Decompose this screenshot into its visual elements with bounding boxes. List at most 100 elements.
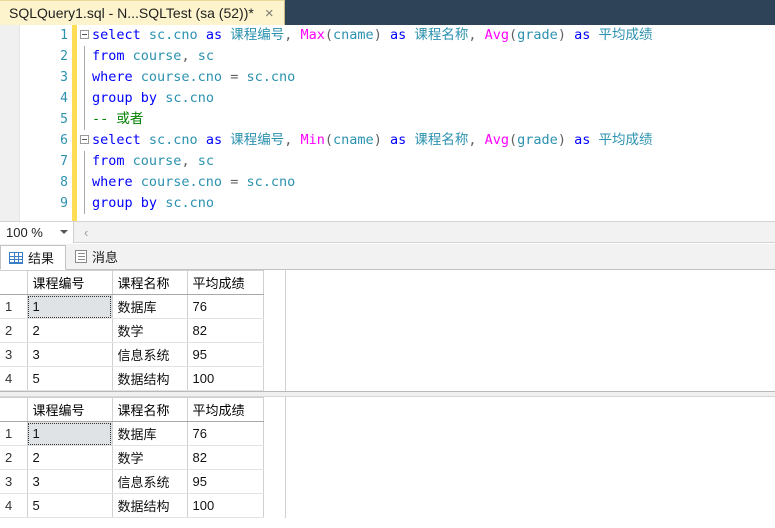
fold-guide-line	[84, 109, 85, 130]
table-cell[interactable]: 95	[187, 342, 264, 367]
code-line[interactable]: 4 group by sc.cno	[0, 88, 775, 109]
fold-guide-line	[84, 172, 85, 193]
table-row[interactable]: 4 5 数据结构 100	[0, 366, 264, 391]
table-cell[interactable]: 3	[27, 469, 113, 494]
table-cell[interactable]: 数据结构	[112, 493, 188, 518]
grid-empty-area	[285, 270, 775, 391]
code-line[interactable]: 2 from course, sc	[0, 46, 775, 67]
code-line[interactable]: 8 where course.cno = sc.cno	[0, 172, 775, 193]
results-tab-label: 结果	[28, 251, 55, 266]
row-number-header[interactable]: 4	[0, 366, 28, 391]
fold-guide-line	[84, 151, 85, 172]
code-text: -- 或者	[92, 111, 144, 127]
table-cell[interactable]: 5	[27, 493, 113, 518]
row-header-corner[interactable]	[0, 270, 28, 295]
result-grid-1[interactable]: 课程编号 课程名称 平均成绩 1 1 数据库 76 2 2 数学 82 3 3 信息系统 95 4 5 数据结构 1…	[0, 270, 775, 391]
row-number-header[interactable]: 1	[0, 294, 28, 319]
column-header[interactable]: 课程名称	[112, 270, 188, 295]
line-number: 7	[60, 154, 68, 169]
row-number-header[interactable]: 2	[0, 445, 28, 470]
column-header[interactable]: 课程编号	[27, 397, 113, 422]
row-number-header[interactable]: 1	[0, 421, 28, 446]
result-table: 课程编号 课程名称 平均成绩 1 1 数据库 76 2 2 数学 82 3 3 信息系统 95 4 5 数据结构 1…	[0, 270, 264, 391]
table-cell[interactable]: 5	[27, 366, 113, 391]
line-number: 3	[60, 70, 68, 85]
row-number-header[interactable]: 3	[0, 342, 28, 367]
document-tab-sqlquery1[interactable]: SQLQuery1.sql - N...SQLTest (sa (52))* ×	[0, 0, 285, 25]
code-lines[interactable]: 1 select sc.cno as 课程编号, Max(cname) as 课程…	[0, 25, 775, 221]
table-cell[interactable]: 数据结构	[112, 366, 188, 391]
zoom-level-dropdown[interactable]: 100 %	[0, 221, 74, 243]
table-cell[interactable]: 82	[187, 318, 264, 343]
table-row[interactable]: 1 1 数据库 76	[0, 421, 264, 446]
table-row[interactable]: 3 3 信息系统 95	[0, 342, 264, 367]
code-line[interactable]: 7 from course, sc	[0, 151, 775, 172]
message-icon	[75, 250, 88, 263]
results-tab-messages[interactable]: 消息	[66, 244, 130, 269]
fold-guide-line	[84, 193, 85, 214]
collapse-minus-icon[interactable]	[80, 135, 89, 144]
code-line[interactable]: 3 where course.cno = sc.cno	[0, 67, 775, 88]
fold-guide-line	[84, 46, 85, 67]
result-table: 课程编号 课程名称 平均成绩 1 1 数据库 76 2 2 数学 82 3 3 信息系统 95 4 5 数据结构 1…	[0, 397, 264, 518]
code-line[interactable]: 5 -- 或者	[0, 109, 775, 130]
table-cell[interactable]: 2	[27, 318, 113, 343]
table-row[interactable]: 4 5 数据结构 100	[0, 493, 264, 518]
table-cell[interactable]: 76	[187, 294, 264, 319]
line-number: 6	[60, 133, 68, 148]
line-number: 5	[60, 112, 68, 127]
table-cell[interactable]: 数据库	[112, 421, 188, 446]
collapse-minus-icon[interactable]	[80, 30, 89, 39]
code-text: from course, sc	[92, 48, 214, 64]
code-line[interactable]: 9 group by sc.cno	[0, 193, 775, 214]
row-header-corner[interactable]	[0, 397, 28, 422]
code-text: group by sc.cno	[92, 195, 214, 211]
table-cell[interactable]: 100	[187, 366, 264, 391]
table-cell[interactable]: 2	[27, 445, 113, 470]
code-line[interactable]: 6 select sc.cno as 课程编号, Min(cname) as 课程…	[0, 130, 775, 151]
close-icon[interactable]: ×	[265, 6, 274, 21]
table-row[interactable]: 3 3 信息系统 95	[0, 469, 264, 494]
table-cell[interactable]: 数学	[112, 318, 188, 343]
document-tab-bar: SQLQuery1.sql - N...SQLTest (sa (52))* ×	[0, 0, 775, 25]
table-cell[interactable]: 数学	[112, 445, 188, 470]
table-cell[interactable]: 数据库	[112, 294, 188, 319]
row-number-header[interactable]: 4	[0, 493, 28, 518]
table-cell[interactable]: 3	[27, 342, 113, 367]
splitter-handle-icon[interactable]: ‹	[84, 225, 88, 240]
column-header[interactable]: 课程名称	[112, 397, 188, 422]
fold-guide-line	[84, 67, 85, 88]
code-text: select sc.cno as 课程编号, Min(cname) as 课程名…	[92, 132, 653, 148]
table-cell[interactable]: 1	[27, 421, 113, 446]
code-text: from course, sc	[92, 153, 214, 169]
results-tab-label: 消息	[92, 250, 119, 265]
column-header[interactable]: 平均成绩	[187, 397, 264, 422]
table-cell[interactable]: 95	[187, 469, 264, 494]
table-cell[interactable]: 1	[27, 294, 113, 319]
column-header[interactable]: 课程编号	[27, 270, 113, 295]
code-line[interactable]: 1 select sc.cno as 课程编号, Max(cname) as 课程…	[0, 25, 775, 46]
line-number: 8	[60, 175, 68, 190]
table-row[interactable]: 2 2 数学 82	[0, 318, 264, 343]
table-cell[interactable]: 76	[187, 421, 264, 446]
row-number-header[interactable]: 3	[0, 469, 28, 494]
row-number-header[interactable]: 2	[0, 318, 28, 343]
sql-editor[interactable]: 1 select sc.cno as 课程编号, Max(cname) as 课程…	[0, 25, 775, 221]
table-row[interactable]: 1 1 数据库 76	[0, 294, 264, 319]
column-header[interactable]: 平均成绩	[187, 270, 264, 295]
fold-guide-line	[84, 88, 85, 109]
table-row[interactable]: 2 2 数学 82	[0, 445, 264, 470]
results-pane: 课程编号 课程名称 平均成绩 1 1 数据库 76 2 2 数学 82 3 3 信息系统 95 4 5 数据结构 1…	[0, 270, 775, 528]
table-cell[interactable]: 信息系统	[112, 342, 188, 367]
table-cell[interactable]: 100	[187, 493, 264, 518]
line-number: 4	[60, 91, 68, 106]
result-grid-2[interactable]: 课程编号 课程名称 平均成绩 1 1 数据库 76 2 2 数学 82 3 3 信息系统 95 4 5 数据结构 1…	[0, 397, 775, 518]
code-text: where course.cno = sc.cno	[92, 69, 296, 85]
table-cell[interactable]: 82	[187, 445, 264, 470]
chevron-down-icon	[60, 230, 68, 234]
code-text: where course.cno = sc.cno	[92, 174, 296, 190]
table-cell[interactable]: 信息系统	[112, 469, 188, 494]
results-tab-results[interactable]: 结果	[0, 245, 67, 270]
results-tab-strip: 结果 消息	[0, 244, 775, 270]
document-tab-title: SQLQuery1.sql - N...SQLTest (sa (52))*	[9, 5, 254, 21]
